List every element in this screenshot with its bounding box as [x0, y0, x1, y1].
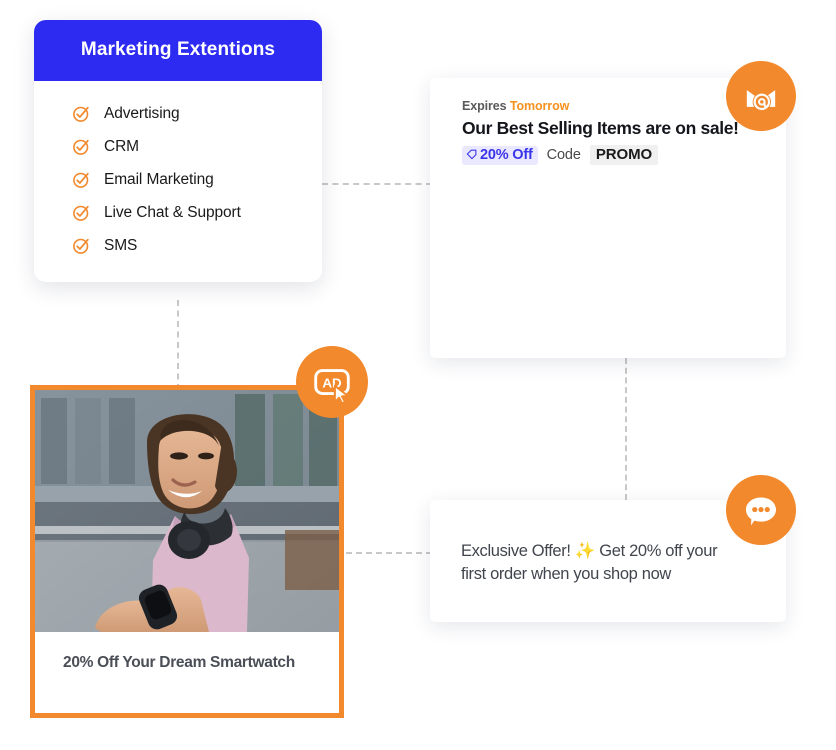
list-item[interactable]: CRM: [34, 130, 322, 163]
marketing-extensions-card: Marketing Extentions Advertising CRM Ema…: [34, 20, 322, 282]
check-circle-icon: [72, 236, 91, 255]
list-item[interactable]: Advertising: [34, 97, 322, 130]
list-item[interactable]: Email Marketing: [34, 163, 322, 196]
list-item-label: CRM: [104, 137, 139, 155]
email-campaign-card: Expires Tomorrow Our Best Selling Items …: [430, 78, 786, 358]
connector-marketing-to-email: [322, 183, 432, 185]
list-item-label: Advertising: [104, 104, 180, 122]
check-circle-icon: [72, 104, 91, 123]
chat-message-line-1: Exclusive Offer! ✨ Get 20% off your: [461, 542, 718, 560]
product-strip: Headphone $17.99 $15.99: [430, 78, 786, 358]
connector-marketing-to-ad: [177, 300, 179, 390]
list-item[interactable]: SMS: [34, 229, 322, 262]
ad-photo: [35, 390, 339, 632]
list-item-label: Live Chat & Support: [104, 203, 241, 221]
marketing-extensions-list: Advertising CRM Email Marketing Live Cha…: [34, 81, 322, 282]
chat-bubble-icon: [741, 490, 781, 530]
ad-cursor-icon: AD: [309, 359, 355, 405]
list-item-label: SMS: [104, 236, 138, 254]
ad-badge[interactable]: AD: [296, 346, 368, 418]
chat-badge[interactable]: [726, 475, 796, 545]
check-circle-icon: [72, 137, 91, 156]
connector-email-to-chat: [625, 358, 627, 500]
marketing-extensions-title: Marketing Extentions: [34, 20, 322, 81]
ad-creative-card[interactable]: 20% Off Your Dream Smartwatch: [30, 385, 344, 718]
list-item-label: Email Marketing: [104, 170, 214, 188]
email-at-icon: [741, 76, 781, 116]
ad-caption: 20% Off Your Dream Smartwatch: [63, 654, 295, 671]
canvas: Marketing Extentions Advertising CRM Ema…: [0, 0, 836, 750]
check-circle-icon: [72, 203, 91, 222]
list-item[interactable]: Live Chat & Support: [34, 196, 322, 229]
connector-ad-to-chat: [346, 552, 432, 554]
chat-message-line-2: first order when you shop now: [461, 565, 671, 584]
email-badge[interactable]: [726, 61, 796, 131]
check-circle-icon: [72, 170, 91, 189]
